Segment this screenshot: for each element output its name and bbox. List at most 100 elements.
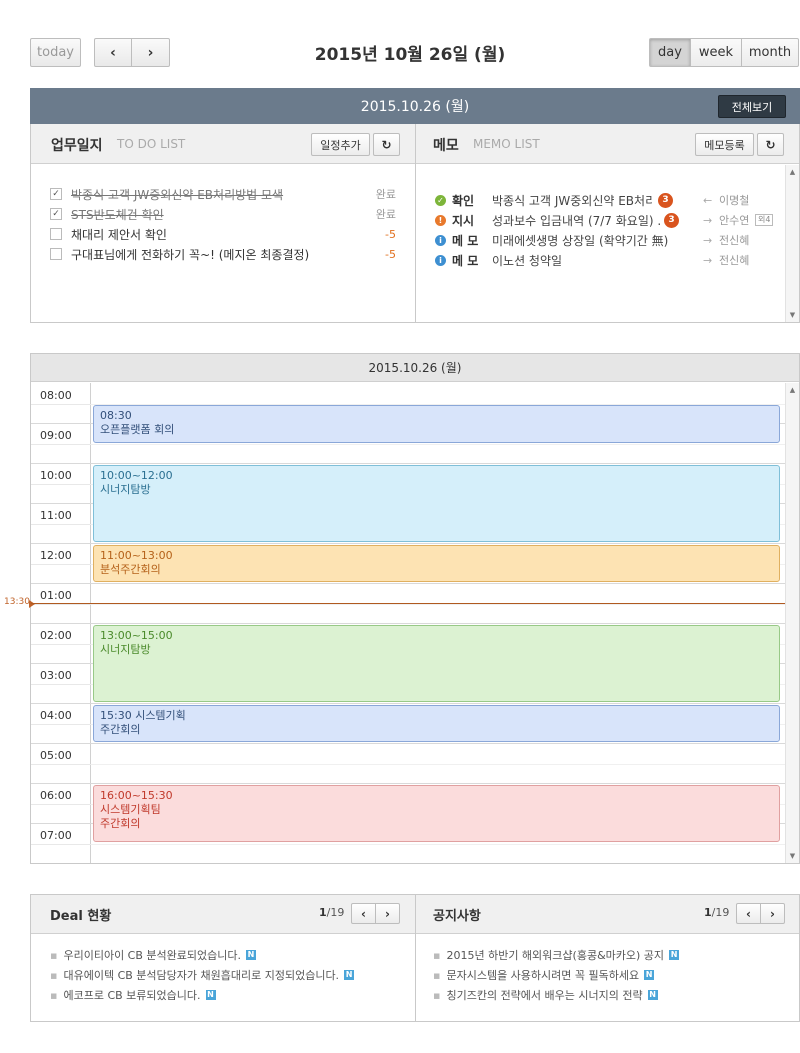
memo-title: 메모 [433, 138, 459, 154]
todo-item[interactable]: ✓ 박종식 고객 JW중외신약 EB처리방법 모색 완료 [50, 185, 400, 203]
time-label: 11:00 [40, 509, 72, 522]
todo-item[interactable]: 채대리 제안서 확인 -5 [50, 225, 400, 243]
todo-item[interactable]: ✓ STS반도체건 확인 완료 [50, 205, 400, 223]
memo-refresh-button[interactable]: ↻ [757, 133, 784, 156]
memo-text: 성과보수 입금내역 (7/7 화요일) ... [492, 213, 660, 228]
half-hour-gridline [31, 844, 91, 845]
event-title-line2: 주간회의 [100, 817, 141, 830]
todo-text: 채대리 제안서 확인 [71, 227, 167, 242]
calendar-event[interactable]: 16:00~15:30 시스템기획팀 주간회의 [93, 785, 780, 842]
chevron-right-icon: › [385, 906, 390, 921]
prev-button[interactable]: ‹ [94, 38, 132, 67]
deal-item-text: 에코프로 CB 보류되었습니다. [63, 989, 201, 1002]
event-time: 13:00~15:00 [100, 629, 173, 642]
todo-subtitle: TO DO LIST [117, 137, 186, 151]
memo-item[interactable]: i 메 모 이노션 청약일 → 전신혜 [435, 251, 780, 269]
memo-text: 이노션 청약일 [492, 253, 563, 268]
calendar-event[interactable]: 11:00~13:00 분석주간회의 [93, 545, 780, 582]
memo-scrollbar[interactable]: ▲ ▼ [785, 165, 799, 322]
calendar-scrollbar[interactable]: ▲ ▼ [785, 383, 799, 863]
notice-prev-button[interactable]: ‹ [736, 903, 761, 924]
memo-item[interactable]: ✓ 확인 박종식 고객 JW중외신약 EB처리 3 ← 이명철 [435, 191, 780, 209]
todo-refresh-button[interactable]: ↻ [373, 133, 400, 156]
notice-list-item[interactable]: ▪ 칭기즈칸의 전략에서 배우는 시너지의 전략 N [433, 987, 658, 1003]
add-memo-button[interactable]: 메모등록 [695, 133, 754, 156]
summary-date: 2015.10.26 (월) [360, 99, 470, 115]
add-schedule-button[interactable]: 일정추가 [311, 133, 370, 156]
notice-next-button[interactable]: › [760, 903, 785, 924]
scroll-up-icon[interactable]: ▲ [786, 168, 799, 176]
todo-status: 완료 [375, 208, 396, 221]
arrow-right-icon: → [703, 233, 713, 247]
exclamation-icon: ! [435, 214, 446, 226]
todo-checkbox[interactable] [50, 228, 62, 240]
memo-item[interactable]: ! 지시 성과보수 입금내역 (7/7 화요일) ... 3 → 안수연 외4 [435, 211, 780, 229]
half-hour-gridline [31, 484, 91, 485]
calendar-event[interactable]: 15:30 시스템기획 주간회의 [93, 705, 780, 742]
deal-list-item[interactable]: ▪ 우리이티아이 CB 분석완료되었습니다. N [50, 947, 256, 963]
hour-gridline [31, 783, 785, 784]
memo-text: 박종식 고객 JW중외신약 EB처리 [492, 193, 652, 208]
notice-page-total: /19 [711, 906, 730, 919]
memo-count-badge: 3 [664, 212, 679, 228]
arrow-left-icon: ← [703, 193, 713, 207]
next-button[interactable]: › [131, 38, 170, 67]
memo-subtitle: MEMO LIST [473, 137, 540, 151]
event-title: 시너지탐방 [100, 483, 151, 496]
time-label: 12:00 [40, 549, 72, 562]
today-button[interactable]: today [30, 38, 81, 67]
deal-list-item[interactable]: ▪ 에코프로 CB 보류되었습니다. N [50, 987, 216, 1003]
current-time-label: 13:30 [4, 597, 30, 607]
scroll-down-icon[interactable]: ▼ [786, 311, 799, 319]
half-hour-gridline [31, 404, 91, 405]
view-day-button[interactable]: day [649, 38, 691, 67]
time-label: 01:00 [40, 589, 72, 602]
memo-header: 메모 MEMO LIST 메모등록 ↻ [416, 124, 799, 164]
scroll-down-icon[interactable]: ▼ [786, 852, 799, 860]
bottom-divider [415, 894, 416, 1022]
event-time: 08:30 [100, 409, 132, 422]
memo-type: 메 모 [452, 233, 479, 248]
summary-bar: 2015.10.26 (월) 전체보기 [30, 88, 800, 124]
event-title: 오픈플랫폼 회의 [100, 423, 175, 436]
time-label: 07:00 [40, 829, 72, 842]
half-hour-gridline [91, 604, 785, 605]
chevron-left-icon: ‹ [361, 906, 366, 921]
event-title: 시스템기획팀 [100, 803, 161, 816]
new-badge: N [205, 990, 216, 1000]
event-time: 11:00~13:00 [100, 549, 173, 562]
todo-checkbox[interactable] [50, 248, 62, 260]
calendar-event[interactable]: 10:00~12:00 시너지탐방 [93, 465, 780, 542]
deal-item-text: 대유에이텍 CB 분석담당자가 채원흡대리로 지정되었습니다. [63, 969, 340, 982]
refresh-icon: ↻ [381, 137, 392, 152]
notice-list-item[interactable]: ▪ 문자시스템을 사용하시려면 꼭 필독하세요 N [433, 967, 655, 983]
hour-gridline [31, 543, 785, 544]
memo-item[interactable]: i 메 모 미래에셋생명 상장일 (확약기간 無) → 전신혜 [435, 231, 780, 249]
current-time-line [31, 603, 785, 604]
notice-title: 공지사항 [433, 909, 481, 924]
event-time: 10:00~12:00 [100, 469, 173, 482]
scroll-up-icon[interactable]: ▲ [786, 386, 799, 394]
deal-pager: 1/19 [319, 906, 344, 919]
deal-next-button[interactable]: › [375, 903, 400, 924]
todo-checkbox[interactable]: ✓ [50, 188, 62, 200]
half-hour-gridline [91, 844, 785, 845]
notice-page-current: 1 [704, 906, 712, 919]
new-badge: N [245, 950, 256, 960]
view-week-button[interactable]: week [690, 38, 742, 67]
view-month-button[interactable]: month [741, 38, 799, 67]
chevron-left-icon: ‹ [110, 44, 116, 61]
memo-person: 안수연 [719, 214, 750, 227]
view-all-button[interactable]: 전체보기 [718, 95, 786, 118]
todo-checkbox[interactable]: ✓ [50, 208, 62, 220]
deal-title: Deal 현황 [50, 909, 112, 924]
hour-gridline [31, 583, 785, 584]
deal-list-item[interactable]: ▪ 대유에이텍 CB 분석담당자가 채원흡대리로 지정되었습니다. N [50, 967, 355, 983]
half-hour-gridline [31, 684, 91, 685]
deal-prev-button[interactable]: ‹ [351, 903, 376, 924]
calendar-event[interactable]: 08:30 오픈플랫폼 회의 [93, 405, 780, 443]
todo-text: 구대표님에게 전화하기 꼭~! (메지온 최종결정) [71, 247, 310, 262]
notice-list-item[interactable]: ▪ 2015년 하반기 해외워크샵(홍콩&마카오) 공지 N [433, 947, 680, 963]
calendar-event[interactable]: 13:00~15:00 시너지탐방 [93, 625, 780, 702]
todo-item[interactable]: 구대표님에게 전화하기 꼭~! (메지온 최종결정) -5 [50, 245, 400, 263]
